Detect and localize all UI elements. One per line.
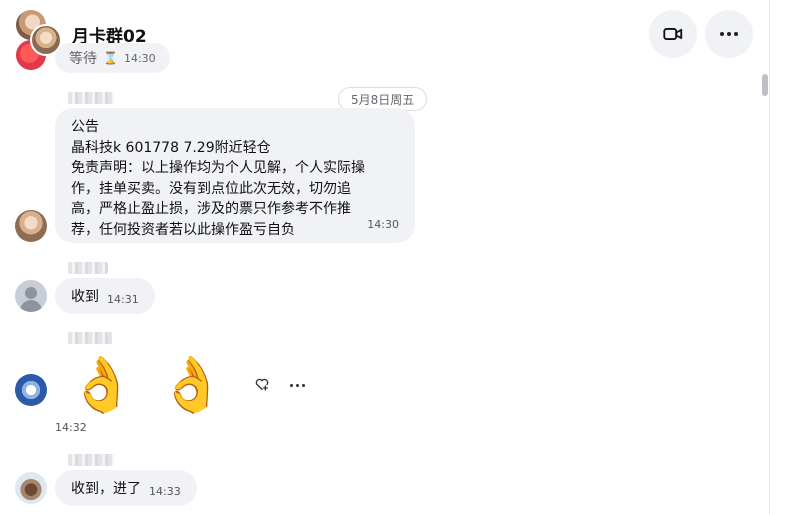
message-line: 免责声明：以上操作均为个人见解，个人实际操: [71, 160, 365, 176]
message-time: 14:30: [367, 217, 399, 231]
pending-message-text: 等待: [69, 51, 97, 67]
default-user-icon[interactable]: [15, 280, 47, 312]
video-call-button[interactable]: [649, 10, 697, 58]
sender-avatar[interactable]: [15, 472, 47, 504]
more-horizontal-icon: [289, 383, 305, 387]
sender-name-redacted: [68, 332, 112, 344]
pending-message-bubble: 等待 ⌛ 14:30: [55, 43, 170, 73]
message-line: 晶科技k 601778 7.29附近轻仓: [71, 139, 271, 156]
sender-avatar[interactable]: [15, 210, 47, 242]
message-time: 14:32: [55, 421, 87, 434]
ok-hand-emoji[interactable]: 👌: [157, 350, 227, 420]
sender-avatar[interactable]: [15, 374, 47, 406]
ok-hand-emoji[interactable]: 👌: [67, 350, 137, 420]
announcement-message-bubble[interactable]: 公告 晶科技k 601778 7.29附近轻仓 免责声明：以上操作均为个人见解，…: [55, 108, 415, 243]
sender-name-redacted: [68, 92, 114, 104]
message-bubble[interactable]: 收到，进了 14:33: [55, 470, 197, 506]
message-time: 14:33: [149, 484, 181, 498]
message-text: 收到: [71, 289, 99, 305]
message-line: 公告: [71, 119, 99, 135]
sender-name-redacted: [68, 262, 108, 274]
message-more-button[interactable]: [287, 375, 307, 395]
message-time: 14:31: [107, 292, 139, 306]
message-time: 14:30: [123, 51, 156, 65]
message-bubble[interactable]: 收到 14:31: [55, 278, 155, 314]
react-heart-plus-icon[interactable]: [252, 374, 272, 394]
message-line: 作，挂单买卖。没有到点位此次无效，切勿追: [71, 180, 351, 197]
video-camera-icon: [663, 28, 683, 40]
message-text: 收到，进了: [71, 481, 141, 497]
divider: [769, 0, 770, 514]
more-options-button[interactable]: [705, 10, 753, 58]
chat-header: 月卡群02 等待 ⌛ 14:30: [0, 0, 770, 73]
scrollbar-thumb[interactable]: [762, 74, 768, 96]
hourglass-icon: ⌛: [103, 51, 118, 65]
sender-name-redacted: [68, 454, 114, 466]
more-horizontal-icon: [720, 32, 738, 36]
message-line: 高，严格止盈止损，涉及的票只作参考不作推: [71, 201, 351, 217]
message-line: 荐，任何投资者若以此操作盈亏自负: [71, 221, 295, 238]
